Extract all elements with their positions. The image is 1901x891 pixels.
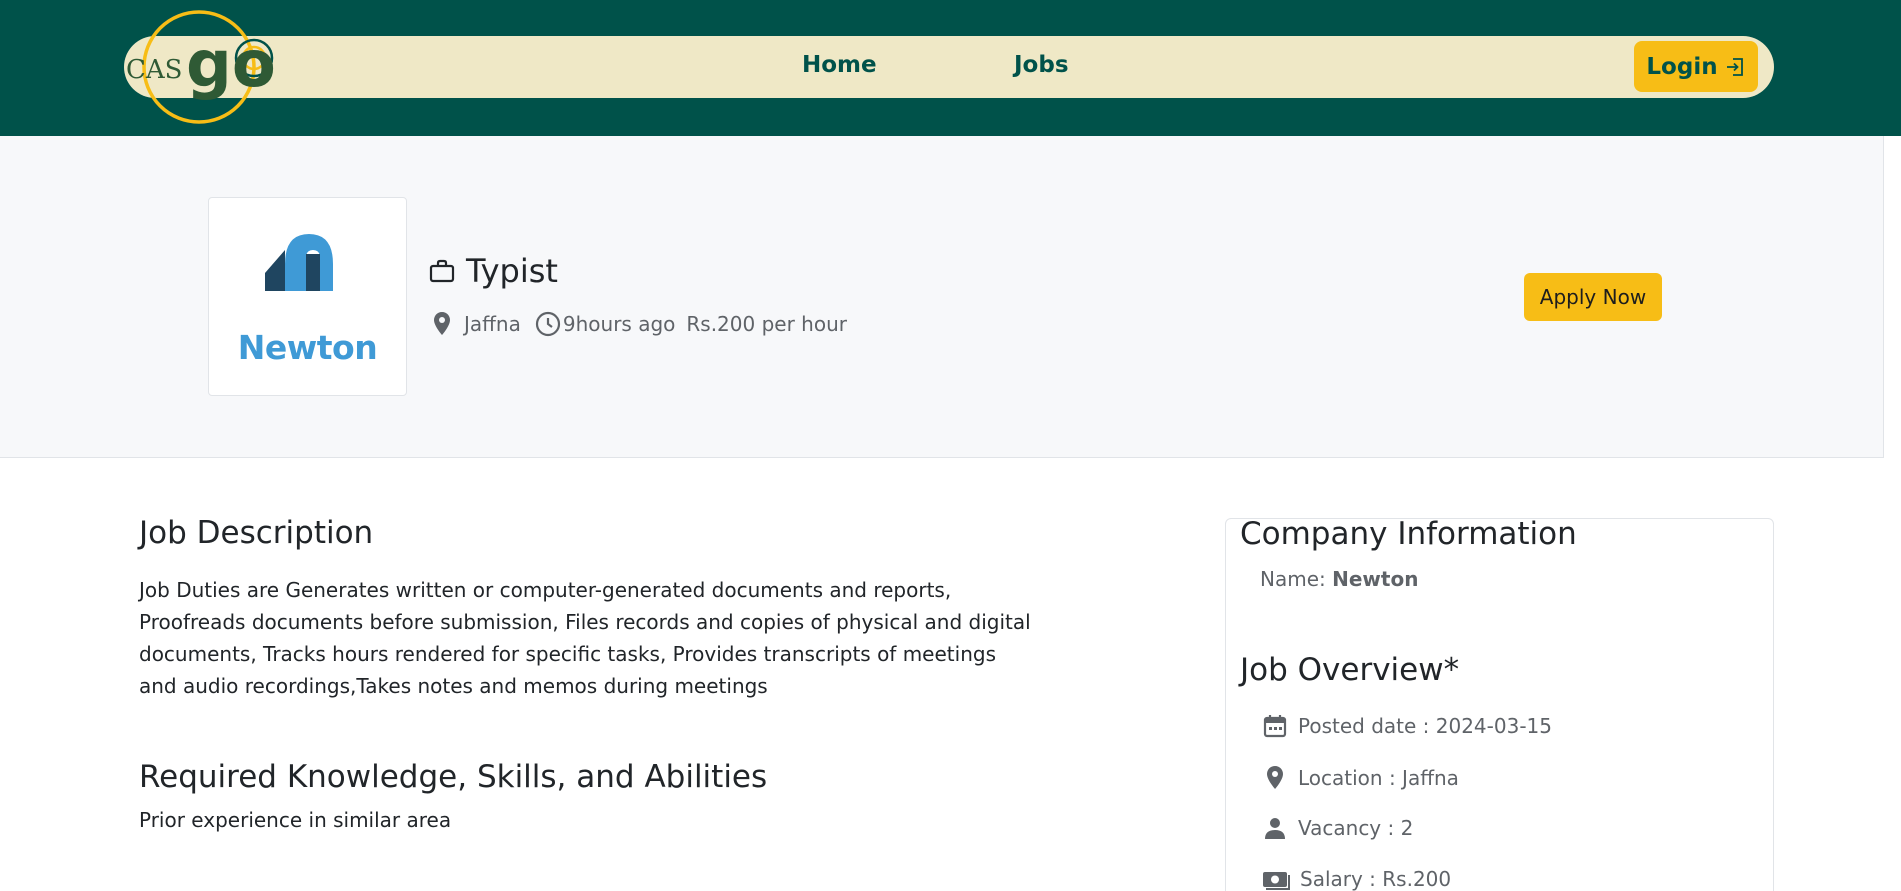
job-posted-text: 9hours ago xyxy=(562,312,676,336)
skills-text: Prior experience in similar area xyxy=(139,808,452,832)
job-pay-text: Rs.200 per hour xyxy=(686,312,847,336)
location-pin-icon xyxy=(1267,766,1283,789)
company-name-label: Name: xyxy=(1260,567,1326,591)
company-name-value: Newton xyxy=(1332,567,1419,591)
company-logo-card: Newton xyxy=(208,197,407,396)
overview-location: Location : Jaffna xyxy=(1262,764,1459,792)
job-overview-heading: Job Overview* xyxy=(1240,652,1460,688)
location-pin-icon xyxy=(434,312,450,335)
person-icon xyxy=(1265,818,1285,839)
newton-logo-mark xyxy=(265,234,333,291)
nav-home-link[interactable]: Home xyxy=(802,52,877,78)
login-button[interactable]: Login xyxy=(1634,41,1758,92)
clock-icon xyxy=(535,311,560,337)
overview-salary-text: Salary : Rs.200 xyxy=(1300,867,1452,891)
overview-salary: Salary : Rs.200 xyxy=(1262,866,1451,891)
job-posted: 9hours ago xyxy=(535,311,676,337)
casgo-logo[interactable]: CAS go xyxy=(122,8,282,126)
login-icon xyxy=(1726,57,1743,76)
logo-prefix-text: CAS xyxy=(126,55,182,85)
job-description-heading: Job Description xyxy=(139,515,374,551)
briefcase-icon xyxy=(429,259,455,283)
company-info-heading: Company Information xyxy=(1240,516,1577,552)
overview-location-text: Location : Jaffna xyxy=(1298,766,1459,790)
company-logo-wordmark: Newton xyxy=(237,328,378,367)
cash-icon xyxy=(1263,872,1290,890)
overview-posted-text: Posted date : 2024-03-15 xyxy=(1298,714,1552,738)
logo-main-text: go xyxy=(186,28,276,102)
nav-jobs-link[interactable]: Jobs xyxy=(1014,52,1069,78)
job-location: Jaffna xyxy=(430,310,521,338)
nav-pill xyxy=(124,36,1774,98)
job-title: Typist xyxy=(466,252,558,290)
job-title-row: Typist xyxy=(428,252,558,290)
skills-heading: Required Knowledge, Skills, and Abilitie… xyxy=(139,759,768,795)
apply-now-button[interactable]: Apply Now xyxy=(1524,273,1662,321)
job-description-text: Job Duties are Generates written or comp… xyxy=(139,578,1031,698)
login-label: Login xyxy=(1646,53,1718,80)
job-location-text: Jaffna xyxy=(464,312,521,336)
overview-vacancy: Vacancy : 2 xyxy=(1262,815,1413,841)
overview-posted-date: Posted date : 2024-03-15 xyxy=(1262,713,1552,739)
job-meta: Jaffna 9hours ago Rs.200 per hour xyxy=(430,310,847,338)
overview-vacancy-text: Vacancy : 2 xyxy=(1298,816,1414,840)
company-name-line: Name: Newton xyxy=(1260,567,1418,591)
calendar-icon xyxy=(1263,715,1287,738)
